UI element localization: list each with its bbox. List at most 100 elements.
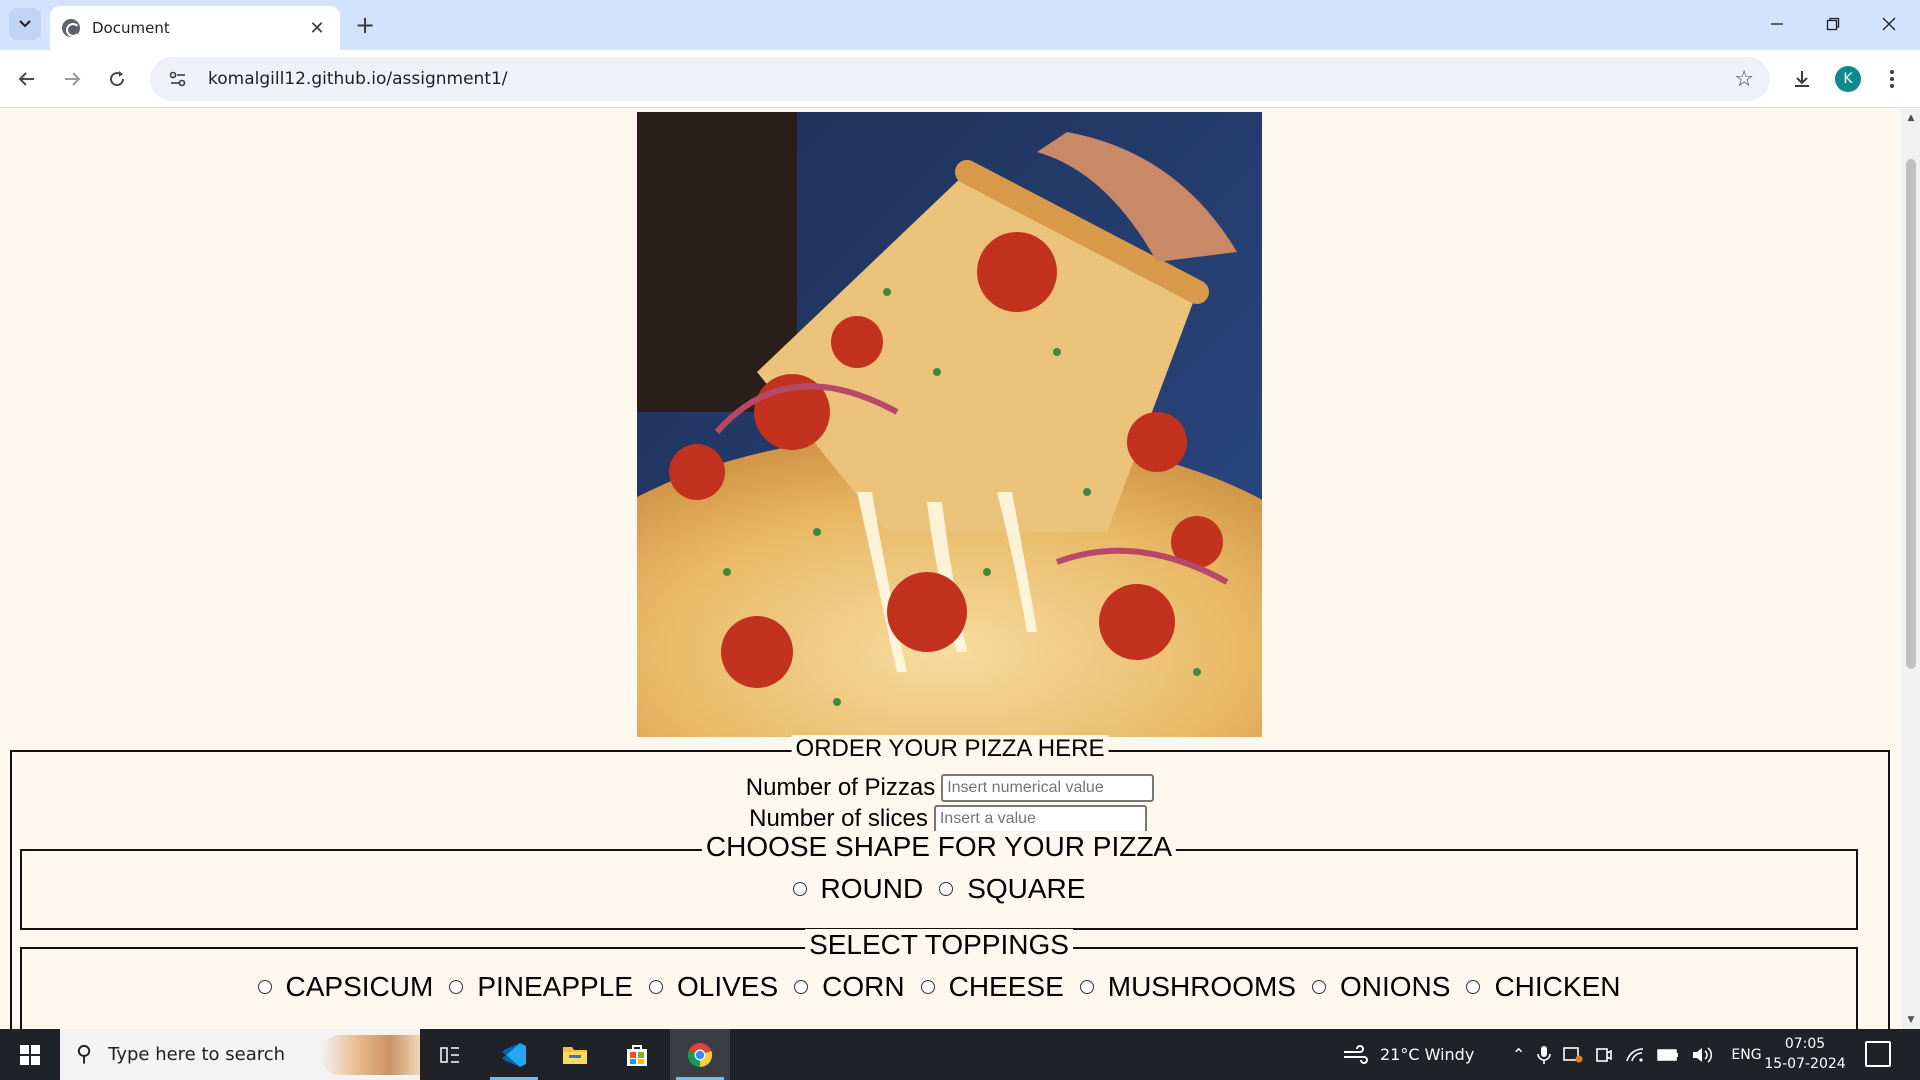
topping-label: CORN bbox=[822, 971, 905, 1002]
microsoft-store-app[interactable] bbox=[607, 1029, 667, 1080]
topping-label: CHICKEN bbox=[1494, 971, 1621, 1002]
weather-text: 21°C Windy bbox=[1380, 1045, 1475, 1064]
topping-label: CHEESE bbox=[948, 971, 1064, 1002]
vscode-icon bbox=[502, 1042, 526, 1067]
browser-tab[interactable]: Document ✕ bbox=[50, 6, 340, 50]
notification-center-icon[interactable] bbox=[1865, 1041, 1891, 1067]
start-button[interactable] bbox=[0, 1029, 60, 1080]
chevron-down-icon bbox=[19, 20, 31, 28]
weather-widget[interactable]: 21°C Windy bbox=[1342, 1029, 1474, 1080]
scroll-up-arrow-icon[interactable]: ▲ bbox=[1902, 109, 1920, 127]
language-indicator[interactable]: ENG bbox=[1731, 1047, 1761, 1063]
topping-label: CAPSICUM bbox=[285, 971, 434, 1002]
toppings-options: CAPSICUM PINEAPPLE OLIVES CORN CHEESE MU… bbox=[22, 971, 1856, 1003]
topping-option-cheese[interactable]: CHEESE bbox=[920, 971, 1064, 1003]
close-window-button[interactable] bbox=[1864, 6, 1914, 42]
chrome-icon bbox=[687, 1042, 713, 1067]
shape-label: ROUND bbox=[820, 873, 924, 904]
download-icon bbox=[1795, 71, 1809, 87]
volume-icon[interactable] bbox=[1691, 1046, 1713, 1064]
radio-button[interactable] bbox=[939, 882, 954, 896]
radio-button[interactable] bbox=[1311, 980, 1326, 994]
url-text[interactable]: komalgill12.github.io/assignment1/ bbox=[208, 69, 1734, 89]
radio-button[interactable] bbox=[920, 980, 935, 994]
topping-option-capsicum[interactable]: CAPSICUM bbox=[257, 971, 434, 1003]
back-button[interactable] bbox=[10, 62, 44, 96]
scroll-thumb[interactable] bbox=[1906, 159, 1916, 669]
tab-title: Document bbox=[92, 19, 170, 37]
page-scrollbar[interactable]: ▲ ▼ bbox=[1902, 109, 1920, 1029]
task-view-button[interactable] bbox=[420, 1029, 480, 1080]
taskbar: ⚲ Type here to search 21°C Windy ⌃ ENG 0… bbox=[0, 1029, 1920, 1080]
close-tab-icon[interactable]: ✕ bbox=[306, 18, 328, 39]
shape-legend: CHOOSE SHAPE FOR YOUR PIZZA bbox=[701, 831, 1177, 863]
shape-label: SQUARE bbox=[967, 873, 1086, 904]
topping-label: MUSHROOMS bbox=[1107, 971, 1296, 1002]
clock[interactable]: 07:05 15-07-2024 bbox=[1760, 1034, 1850, 1074]
scroll-down-arrow-icon[interactable]: ▼ bbox=[1902, 1011, 1920, 1029]
topping-label: OLIVES bbox=[676, 971, 779, 1002]
radio-button[interactable] bbox=[1079, 980, 1094, 994]
vscode-app[interactable] bbox=[484, 1029, 544, 1080]
topping-option-onions[interactable]: ONIONS bbox=[1311, 971, 1451, 1003]
topping-option-corn[interactable]: CORN bbox=[794, 971, 905, 1003]
arrow-left-icon bbox=[18, 72, 34, 86]
bookmark-star-icon[interactable]: ☆ bbox=[1734, 67, 1754, 92]
more-vertical-icon bbox=[1890, 70, 1894, 88]
clock-date: 15-07-2024 bbox=[1764, 1056, 1846, 1072]
restore-button[interactable] bbox=[1808, 6, 1858, 42]
topping-label: PINEAPPLE bbox=[477, 971, 633, 1002]
topping-option-olives[interactable]: OLIVES bbox=[648, 971, 779, 1003]
shape-option-square[interactable]: SQUARE bbox=[939, 873, 1085, 905]
wind-icon bbox=[1344, 1044, 1368, 1064]
toppings-legend: SELECT TOPPINGS bbox=[805, 929, 1073, 961]
device-icon[interactable] bbox=[1595, 1046, 1613, 1064]
forward-button[interactable] bbox=[55, 62, 89, 96]
chevron-up-icon[interactable]: ⌃ bbox=[1512, 1045, 1525, 1064]
shape-options: ROUND SQUARE bbox=[22, 873, 1856, 905]
search-highlight-image bbox=[320, 1035, 420, 1075]
file-explorer-app[interactable] bbox=[545, 1029, 605, 1080]
site-info-icon[interactable] bbox=[166, 67, 190, 91]
topping-option-mushrooms[interactable]: MUSHROOMS bbox=[1079, 971, 1296, 1003]
download-button[interactable] bbox=[1785, 62, 1819, 96]
arrow-right-icon bbox=[65, 72, 81, 86]
reload-button[interactable] bbox=[100, 62, 134, 96]
tab-strip: Document ✕ + bbox=[0, 0, 1920, 50]
battery-icon[interactable] bbox=[1657, 1048, 1679, 1062]
windows-logo-icon bbox=[20, 1044, 40, 1065]
radio-button[interactable] bbox=[449, 980, 464, 994]
pizza-photo bbox=[637, 112, 1262, 737]
radio-button[interactable] bbox=[1466, 980, 1481, 994]
tab-search-button[interactable] bbox=[9, 8, 41, 40]
chrome-menu-button[interactable] bbox=[1875, 62, 1909, 96]
chrome-app[interactable] bbox=[670, 1029, 730, 1080]
slices-label: Number of slices bbox=[749, 805, 928, 832]
minimize-button[interactable] bbox=[1752, 6, 1802, 42]
globe-icon bbox=[62, 19, 80, 37]
radio-button[interactable] bbox=[257, 980, 272, 994]
minimize-icon bbox=[1771, 23, 1783, 25]
wifi-icon[interactable] bbox=[1625, 1047, 1645, 1063]
taskbar-search[interactable]: ⚲ Type here to search bbox=[60, 1029, 420, 1080]
order-form-legend: ORDER YOUR PIZZA HERE bbox=[791, 735, 1109, 763]
topping-option-chicken[interactable]: CHICKEN bbox=[1466, 971, 1620, 1003]
new-tab-button[interactable]: + bbox=[350, 10, 380, 40]
folder-icon bbox=[563, 1046, 587, 1064]
topping-label: ONIONS bbox=[1339, 971, 1451, 1002]
slices-row: Number of slices bbox=[10, 805, 1886, 833]
pizzas-input[interactable] bbox=[941, 774, 1155, 802]
microphone-icon[interactable] bbox=[1537, 1045, 1552, 1065]
system-tray: ⌃ ENG bbox=[1512, 1029, 1762, 1080]
profile-avatar[interactable]: K bbox=[1835, 66, 1861, 92]
radio-button[interactable] bbox=[648, 980, 663, 994]
shape-option-round[interactable]: ROUND bbox=[792, 873, 924, 905]
shape-fieldset: CHOOSE SHAPE FOR YOUR PIZZA ROUND SQUARE bbox=[20, 831, 1858, 930]
slices-input[interactable] bbox=[933, 805, 1147, 833]
address-bar[interactable]: komalgill12.github.io/assignment1/ ☆ bbox=[150, 57, 1770, 101]
radio-button[interactable] bbox=[792, 882, 807, 896]
meet-icon[interactable] bbox=[1563, 1046, 1583, 1064]
restore-icon bbox=[1826, 17, 1840, 31]
radio-button[interactable] bbox=[794, 980, 809, 994]
topping-option-pineapple[interactable]: PINEAPPLE bbox=[449, 971, 633, 1003]
